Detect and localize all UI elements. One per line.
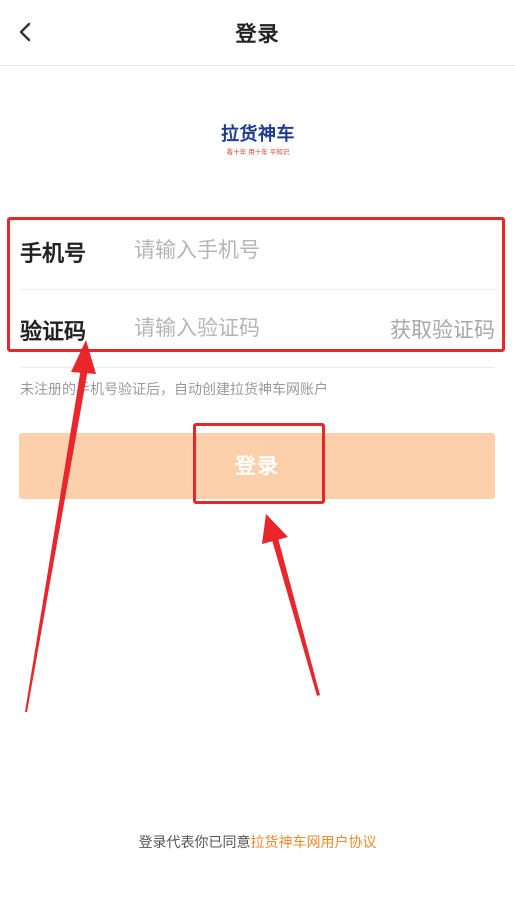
form-highlight-box — [7, 217, 505, 352]
login-button-highlight-box — [193, 423, 325, 504]
app-logo: 拉货神车 看十年 用十年 平知识 — [215, 104, 301, 166]
page-title: 登录 — [235, 22, 280, 46]
logo-title: 拉货神车 — [221, 124, 295, 145]
arrow-to-login-button — [262, 514, 320, 696]
agreement-footer: 登录代表你已同意拉货神车网用户协议 — [0, 832, 515, 852]
logo-slogan: 看十年 用十年 平知识 — [226, 148, 290, 156]
top-bar: 登录 — [0, 0, 515, 66]
login-page: 登录 拉货神车 看十年 用十年 平知识 手机号 验证码 获取验证码 未注册的手机… — [0, 0, 515, 897]
user-agreement-link[interactable]: 拉货神车网用户协议 — [251, 835, 377, 851]
register-hint: 未注册的手机号验证后，自动创建拉货神车网账户 — [20, 382, 328, 398]
agreement-prefix: 登录代表你已同意 — [138, 835, 251, 851]
